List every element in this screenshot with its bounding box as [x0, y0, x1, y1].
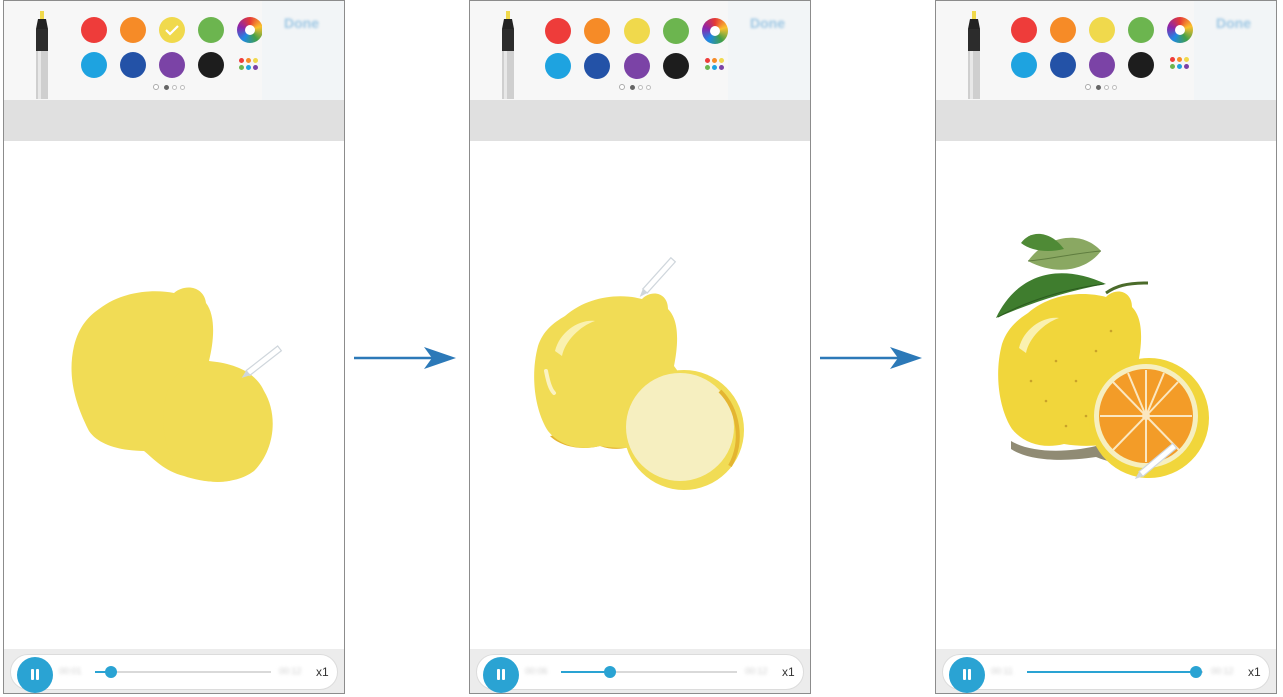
- right-arrow-icon: [820, 347, 922, 369]
- lemon-shape-lower: [163, 363, 271, 482]
- color-red-swatch[interactable]: [1011, 17, 1037, 43]
- marker-pen-icon[interactable]: [962, 11, 990, 99]
- color-black-swatch[interactable]: [198, 52, 224, 78]
- color-wheel-icon[interactable]: [702, 18, 728, 44]
- done-button[interactable]: Done: [284, 15, 336, 35]
- pen-toolbar: Done: [4, 1, 344, 100]
- lemon-sketch-stage-2: [534, 256, 744, 490]
- pause-button[interactable]: [949, 657, 985, 693]
- drawing-panel-2: Done 00:06 00:12 x1: [469, 0, 811, 694]
- color-purple-swatch[interactable]: [1089, 52, 1115, 78]
- pause-button[interactable]: [17, 657, 53, 693]
- color-light-blue-swatch[interactable]: [81, 52, 107, 78]
- color-blue-swatch[interactable]: [584, 53, 610, 79]
- drawing-panel-3: Done 00:11 00:12 x1: [935, 0, 1277, 694]
- playback-speed[interactable]: x1: [316, 665, 329, 679]
- lemon-sketch-stage-3: [996, 233, 1209, 480]
- playback-controls: 00:06 00:12 x1: [470, 649, 810, 693]
- marker-pen-icon[interactable]: [30, 11, 58, 99]
- progress-track[interactable]: [95, 671, 271, 673]
- progress-thumb[interactable]: [104, 666, 117, 678]
- color-wheel-icon[interactable]: [1167, 17, 1193, 43]
- color-black-swatch[interactable]: [1128, 52, 1154, 78]
- progress-fill: [1027, 671, 1196, 673]
- total-time: 00:12: [1211, 666, 1234, 676]
- progress-fill: [561, 671, 611, 673]
- color-yellow-swatch[interactable]: [624, 18, 650, 44]
- playback-bar: 00:11 00:12 x1: [942, 654, 1270, 693]
- pause-icon-left: [497, 669, 500, 680]
- playback-controls: 00:01 00:12 x1: [4, 649, 344, 693]
- color-black-swatch[interactable]: [663, 53, 689, 79]
- pause-icon-left: [963, 669, 966, 680]
- palette-grid-icon[interactable]: [239, 58, 261, 72]
- playback-speed[interactable]: x1: [782, 665, 795, 679]
- pen-toolbar: Done: [470, 1, 810, 100]
- progress-thumb[interactable]: [1189, 666, 1202, 678]
- color-green-swatch[interactable]: [1128, 17, 1154, 43]
- drawing-canvas[interactable]: [936, 141, 1276, 651]
- color-purple-swatch[interactable]: [624, 53, 650, 79]
- color-light-blue-swatch[interactable]: [545, 53, 571, 79]
- color-purple-swatch[interactable]: [159, 52, 185, 78]
- playback-bar: 00:01 00:12 x1: [10, 654, 338, 693]
- total-time: 00:12: [745, 666, 768, 676]
- total-time: 00:12: [279, 666, 302, 676]
- color-blue-swatch[interactable]: [120, 52, 146, 78]
- color-blue-swatch[interactable]: [1050, 52, 1076, 78]
- pen-cursor-icon: [241, 345, 283, 378]
- palette-page-indicator[interactable]: [1085, 84, 1125, 92]
- lemon-slice-pith: [626, 373, 734, 481]
- progress-thumb[interactable]: [604, 666, 617, 678]
- palette-page-indicator[interactable]: [153, 84, 193, 92]
- color-yellow-swatch[interactable]: [1089, 17, 1115, 43]
- elapsed-time: 00:01: [59, 666, 82, 676]
- playback-controls: 00:11 00:12 x1: [936, 649, 1276, 693]
- color-yellow-swatch[interactable]: [159, 17, 185, 43]
- marker-pen-icon[interactable]: [496, 11, 524, 99]
- palette-grid-icon[interactable]: [705, 58, 727, 72]
- pause-icon-right: [36, 669, 39, 680]
- elapsed-time: 00:06: [525, 666, 548, 676]
- color-light-blue-swatch[interactable]: [1011, 52, 1037, 78]
- pause-button[interactable]: [483, 657, 519, 693]
- canvas-header-bar: [4, 100, 344, 141]
- color-orange-swatch[interactable]: [584, 18, 610, 44]
- pause-icon-right: [968, 669, 971, 680]
- leaf-small: [1021, 233, 1064, 251]
- right-arrow-icon: [354, 347, 456, 369]
- lemon-sketch-stage-1: [71, 287, 283, 482]
- canvas-header-bar: [470, 100, 810, 141]
- playback-speed[interactable]: x1: [1248, 665, 1261, 679]
- color-red-swatch[interactable]: [81, 17, 107, 43]
- drawing-canvas[interactable]: [4, 141, 344, 651]
- color-orange-swatch[interactable]: [1050, 17, 1076, 43]
- color-green-swatch[interactable]: [663, 18, 689, 44]
- color-wheel-icon[interactable]: [237, 17, 263, 43]
- color-green-swatch[interactable]: [198, 17, 224, 43]
- playback-bar: 00:06 00:12 x1: [476, 654, 804, 693]
- elapsed-time: 00:11: [991, 666, 1013, 676]
- pause-icon-left: [31, 669, 34, 680]
- palette-grid-icon[interactable]: [1170, 57, 1192, 71]
- done-button[interactable]: Done: [1216, 15, 1268, 35]
- color-red-swatch[interactable]: [545, 18, 571, 44]
- color-orange-swatch[interactable]: [120, 17, 146, 43]
- lemon-stem: [1105, 281, 1149, 295]
- pen-toolbar: Done: [936, 1, 1276, 100]
- palette-page-indicator[interactable]: [619, 84, 659, 92]
- check-icon: [165, 25, 179, 36]
- pause-icon-right: [502, 669, 505, 680]
- pen-cursor-icon: [639, 256, 677, 297]
- canvas-header-bar: [936, 100, 1276, 141]
- drawing-panel-1: Done 00:01 00:12 x1: [3, 0, 345, 694]
- done-button[interactable]: Done: [750, 15, 802, 35]
- drawing-canvas[interactable]: [470, 141, 810, 651]
